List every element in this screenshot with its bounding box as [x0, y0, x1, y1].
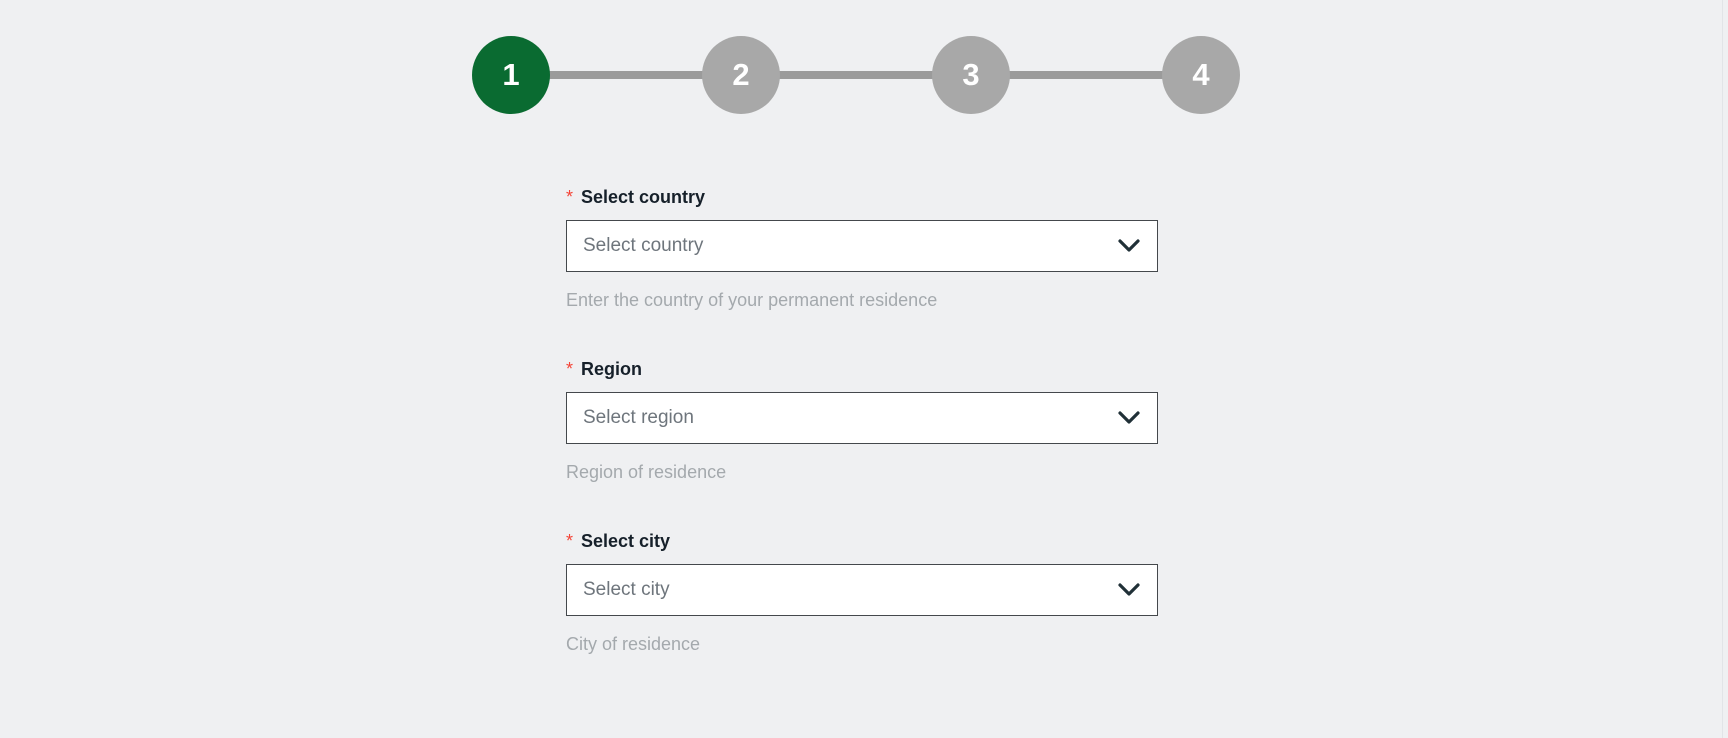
field-spacer-2 — [566, 483, 1158, 530]
chevron-down-icon[interactable] — [1118, 239, 1140, 253]
stepper-step-1-number: 1 — [502, 56, 520, 92]
select-country-dropdown[interactable]: Select country — [566, 220, 1158, 272]
hint-region: Region of residence — [566, 462, 727, 482]
hint-select-city: City of residence — [566, 634, 701, 654]
required-asterisk-country: * — [566, 187, 574, 207]
label-select-country: * Select country — [566, 186, 1158, 208]
stepper-step-2-number: 2 — [732, 56, 750, 92]
stepper-step-1[interactable]: 1 — [472, 36, 550, 114]
select-city-dropdown[interactable]: Select city — [566, 564, 1158, 616]
select-country-value: Select country — [583, 235, 704, 256]
stepper-step-4-number: 4 — [1192, 56, 1210, 92]
residence-form: * Select country Select country Enter th… — [566, 186, 1158, 655]
field-group-city: * Select city Select city City of reside… — [566, 530, 1158, 655]
page-root: 1 2 3 4 * Select country Select country — [0, 0, 1728, 738]
field-spacer-1 — [566, 311, 1158, 358]
select-region-value: Select region — [583, 407, 694, 428]
label-text-select-city: Select city — [581, 531, 671, 551]
required-asterisk-city: * — [566, 531, 574, 551]
required-asterisk-region: * — [566, 359, 574, 379]
label-select-city: * Select city — [566, 530, 1158, 552]
hint-select-country: Enter the country of your permanent resi… — [566, 290, 938, 310]
stepper-connector-line — [510, 71, 1202, 79]
chevron-down-icon[interactable] — [1118, 583, 1140, 597]
field-group-country: * Select country Select country Enter th… — [566, 186, 1158, 311]
field-group-region: * Region Select region Region of residen… — [566, 358, 1158, 483]
select-region-dropdown[interactable]: Select region — [566, 392, 1158, 444]
stepper-step-3-number: 3 — [962, 56, 980, 92]
progress-stepper: 1 2 3 4 — [472, 36, 1240, 114]
select-city-value: Select city — [583, 579, 670, 600]
page-edge-divider — [1722, 0, 1723, 738]
label-text-select-country: Select country — [581, 187, 706, 207]
label-text-region: Region — [581, 359, 643, 379]
stepper-step-3[interactable]: 3 — [932, 36, 1010, 114]
label-region: * Region — [566, 358, 1158, 380]
chevron-down-icon[interactable] — [1118, 411, 1140, 425]
stepper-step-2[interactable]: 2 — [702, 36, 780, 114]
stepper-step-4[interactable]: 4 — [1162, 36, 1240, 114]
